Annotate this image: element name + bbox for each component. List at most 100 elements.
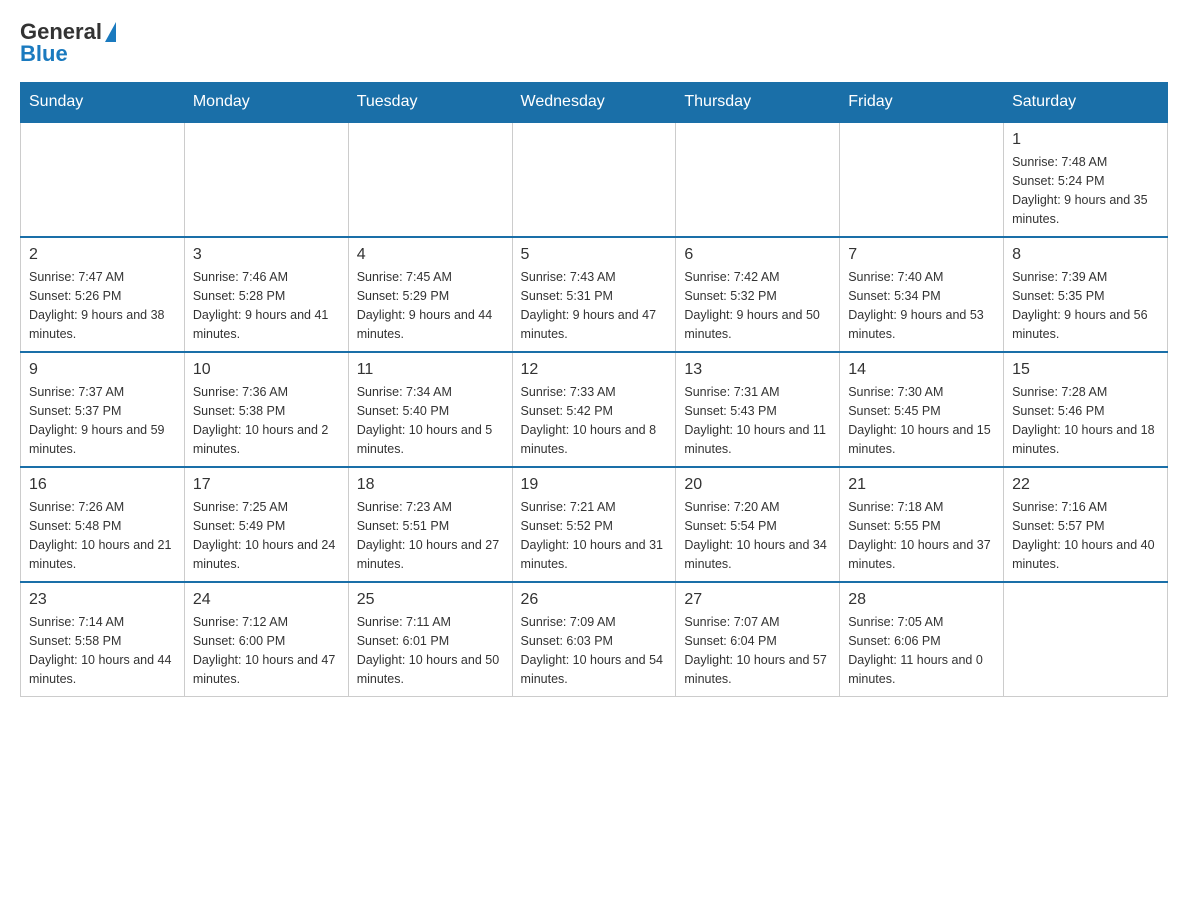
day-info: Sunrise: 7:23 AMSunset: 5:51 PMDaylight:… xyxy=(357,498,504,573)
calendar-cell xyxy=(184,122,348,237)
calendar-cell: 25Sunrise: 7:11 AMSunset: 6:01 PMDayligh… xyxy=(348,582,512,697)
day-info: Sunrise: 7:47 AMSunset: 5:26 PMDaylight:… xyxy=(29,268,176,343)
calendar-cell: 6 Sunrise: 7:42 AMSunset: 5:32 PMDaylight… xyxy=(676,237,840,352)
day-number: 24 xyxy=(193,591,340,609)
calendar-week-row: 1 Sunrise: 7:48 AMSunset: 5:24 PMDaylight… xyxy=(21,122,1168,237)
page-header: General Blue xyxy=(20,20,1168,66)
day-number: 25 xyxy=(357,591,504,609)
day-info: Sunrise: 7:14 AMSunset: 5:58 PMDaylight:… xyxy=(29,613,176,688)
calendar-cell: 1 Sunrise: 7:48 AMSunset: 5:24 PMDaylight… xyxy=(1004,122,1168,237)
day-info: Sunrise: 7:46 AMSunset: 5:28 PMDaylight:… xyxy=(193,268,340,343)
calendar-cell: 28 Sunrise: 7:05 AMSunset: 6:06 PMDayligh… xyxy=(840,582,1004,697)
calendar-cell: 14Sunrise: 7:30 AMSunset: 5:45 PMDayligh… xyxy=(840,352,1004,467)
calendar-week-row: 9 Sunrise: 7:37 AMSunset: 5:37 PMDaylight… xyxy=(21,352,1168,467)
column-header-sunday: Sunday xyxy=(21,83,185,123)
day-info: Sunrise: 7:12 AMSunset: 6:00 PMDaylight:… xyxy=(193,613,340,688)
day-number: 26 xyxy=(521,591,668,609)
day-number: 21 xyxy=(848,476,995,494)
calendar-cell: 10 Sunrise: 7:36 AMSunset: 5:38 PMDayligh… xyxy=(184,352,348,467)
calendar-cell: 15 Sunrise: 7:28 AMSunset: 5:46 PMDayligh… xyxy=(1004,352,1168,467)
day-info: Sunrise: 7:43 AMSunset: 5:31 PMDaylight:… xyxy=(521,268,668,343)
calendar-header-row: SundayMondayTuesdayWednesdayThursdayFrid… xyxy=(21,83,1168,123)
day-number: 12 xyxy=(521,361,668,379)
day-info: Sunrise: 7:36 AMSunset: 5:38 PMDaylight:… xyxy=(193,383,340,458)
day-number: 4 xyxy=(357,246,504,264)
calendar-cell: 27 Sunrise: 7:07 AMSunset: 6:04 PMDayligh… xyxy=(676,582,840,697)
day-number: 22 xyxy=(1012,476,1159,494)
calendar-cell: 12 Sunrise: 7:33 AMSunset: 5:42 PMDayligh… xyxy=(512,352,676,467)
day-info: Sunrise: 7:18 AMSunset: 5:55 PMDaylight:… xyxy=(848,498,995,573)
calendar-cell xyxy=(1004,582,1168,697)
calendar-cell xyxy=(348,122,512,237)
calendar-week-row: 16 Sunrise: 7:26 AMSunset: 5:48 PMDayligh… xyxy=(21,467,1168,582)
day-info: Sunrise: 7:33 AMSunset: 5:42 PMDaylight:… xyxy=(521,383,668,458)
calendar-week-row: 2Sunrise: 7:47 AMSunset: 5:26 PMDaylight… xyxy=(21,237,1168,352)
calendar-cell: 16 Sunrise: 7:26 AMSunset: 5:48 PMDayligh… xyxy=(21,467,185,582)
logo: General Blue xyxy=(20,20,116,66)
day-info: Sunrise: 7:21 AMSunset: 5:52 PMDaylight:… xyxy=(521,498,668,573)
day-info: Sunrise: 7:34 AMSunset: 5:40 PMDaylight:… xyxy=(357,383,504,458)
day-number: 8 xyxy=(1012,246,1159,264)
calendar-cell: 21 Sunrise: 7:18 AMSunset: 5:55 PMDayligh… xyxy=(840,467,1004,582)
day-info: Sunrise: 7:45 AMSunset: 5:29 PMDaylight:… xyxy=(357,268,504,343)
calendar-cell: 18 Sunrise: 7:23 AMSunset: 5:51 PMDayligh… xyxy=(348,467,512,582)
column-header-thursday: Thursday xyxy=(676,83,840,123)
day-info: Sunrise: 7:05 AMSunset: 6:06 PMDaylight:… xyxy=(848,613,995,688)
calendar-cell: 7 Sunrise: 7:40 AMSunset: 5:34 PMDaylight… xyxy=(840,237,1004,352)
calendar-cell: 4 Sunrise: 7:45 AMSunset: 5:29 PMDaylight… xyxy=(348,237,512,352)
calendar-cell xyxy=(840,122,1004,237)
day-info: Sunrise: 7:48 AMSunset: 5:24 PMDaylight:… xyxy=(1012,153,1159,228)
calendar-cell: 2Sunrise: 7:47 AMSunset: 5:26 PMDaylight… xyxy=(21,237,185,352)
day-info: Sunrise: 7:07 AMSunset: 6:04 PMDaylight:… xyxy=(684,613,831,688)
calendar-cell: 24 Sunrise: 7:12 AMSunset: 6:00 PMDayligh… xyxy=(184,582,348,697)
day-info: Sunrise: 7:40 AMSunset: 5:34 PMDaylight:… xyxy=(848,268,995,343)
day-number: 16 xyxy=(29,476,176,494)
column-header-monday: Monday xyxy=(184,83,348,123)
calendar-cell: 26 Sunrise: 7:09 AMSunset: 6:03 PMDayligh… xyxy=(512,582,676,697)
day-number: 6 xyxy=(684,246,831,264)
day-number: 23 xyxy=(29,591,176,609)
day-info: Sunrise: 7:20 AMSunset: 5:54 PMDaylight:… xyxy=(684,498,831,573)
logo-triangle-icon xyxy=(105,22,116,42)
day-info: Sunrise: 7:42 AMSunset: 5:32 PMDaylight:… xyxy=(684,268,831,343)
day-number: 18 xyxy=(357,476,504,494)
calendar-cell: 13 Sunrise: 7:31 AMSunset: 5:43 PMDayligh… xyxy=(676,352,840,467)
day-number: 15 xyxy=(1012,361,1159,379)
calendar-week-row: 23 Sunrise: 7:14 AMSunset: 5:58 PMDayligh… xyxy=(21,582,1168,697)
calendar-cell: 19 Sunrise: 7:21 AMSunset: 5:52 PMDayligh… xyxy=(512,467,676,582)
day-number: 28 xyxy=(848,591,995,609)
day-number: 17 xyxy=(193,476,340,494)
day-number: 27 xyxy=(684,591,831,609)
calendar-cell: 22 Sunrise: 7:16 AMSunset: 5:57 PMDayligh… xyxy=(1004,467,1168,582)
calendar-cell: 5 Sunrise: 7:43 AMSunset: 5:31 PMDaylight… xyxy=(512,237,676,352)
logo-blue: Blue xyxy=(20,42,116,66)
day-info: Sunrise: 7:09 AMSunset: 6:03 PMDaylight:… xyxy=(521,613,668,688)
day-info: Sunrise: 7:16 AMSunset: 5:57 PMDaylight:… xyxy=(1012,498,1159,573)
day-info: Sunrise: 7:39 AMSunset: 5:35 PMDaylight:… xyxy=(1012,268,1159,343)
day-number: 1 xyxy=(1012,131,1159,149)
day-number: 20 xyxy=(684,476,831,494)
calendar-cell: 17 Sunrise: 7:25 AMSunset: 5:49 PMDayligh… xyxy=(184,467,348,582)
day-number: 11 xyxy=(357,361,504,379)
column-header-friday: Friday xyxy=(840,83,1004,123)
day-number: 9 xyxy=(29,361,176,379)
calendar-cell xyxy=(676,122,840,237)
calendar-cell: 20 Sunrise: 7:20 AMSunset: 5:54 PMDayligh… xyxy=(676,467,840,582)
day-info: Sunrise: 7:28 AMSunset: 5:46 PMDaylight:… xyxy=(1012,383,1159,458)
calendar-cell: 9 Sunrise: 7:37 AMSunset: 5:37 PMDaylight… xyxy=(21,352,185,467)
day-number: 10 xyxy=(193,361,340,379)
day-info: Sunrise: 7:37 AMSunset: 5:37 PMDaylight:… xyxy=(29,383,176,458)
day-info: Sunrise: 7:25 AMSunset: 5:49 PMDaylight:… xyxy=(193,498,340,573)
calendar-cell: 8 Sunrise: 7:39 AMSunset: 5:35 PMDaylight… xyxy=(1004,237,1168,352)
calendar-table: SundayMondayTuesdayWednesdayThursdayFrid… xyxy=(20,82,1168,697)
day-info: Sunrise: 7:31 AMSunset: 5:43 PMDaylight:… xyxy=(684,383,831,458)
column-header-tuesday: Tuesday xyxy=(348,83,512,123)
calendar-cell: 11 Sunrise: 7:34 AMSunset: 5:40 PMDayligh… xyxy=(348,352,512,467)
day-number: 7 xyxy=(848,246,995,264)
day-number: 19 xyxy=(521,476,668,494)
day-info: Sunrise: 7:30 AMSunset: 5:45 PMDaylight:… xyxy=(848,383,995,458)
day-number: 13 xyxy=(684,361,831,379)
column-header-wednesday: Wednesday xyxy=(512,83,676,123)
day-number: 5 xyxy=(521,246,668,264)
day-info: Sunrise: 7:26 AMSunset: 5:48 PMDaylight:… xyxy=(29,498,176,573)
